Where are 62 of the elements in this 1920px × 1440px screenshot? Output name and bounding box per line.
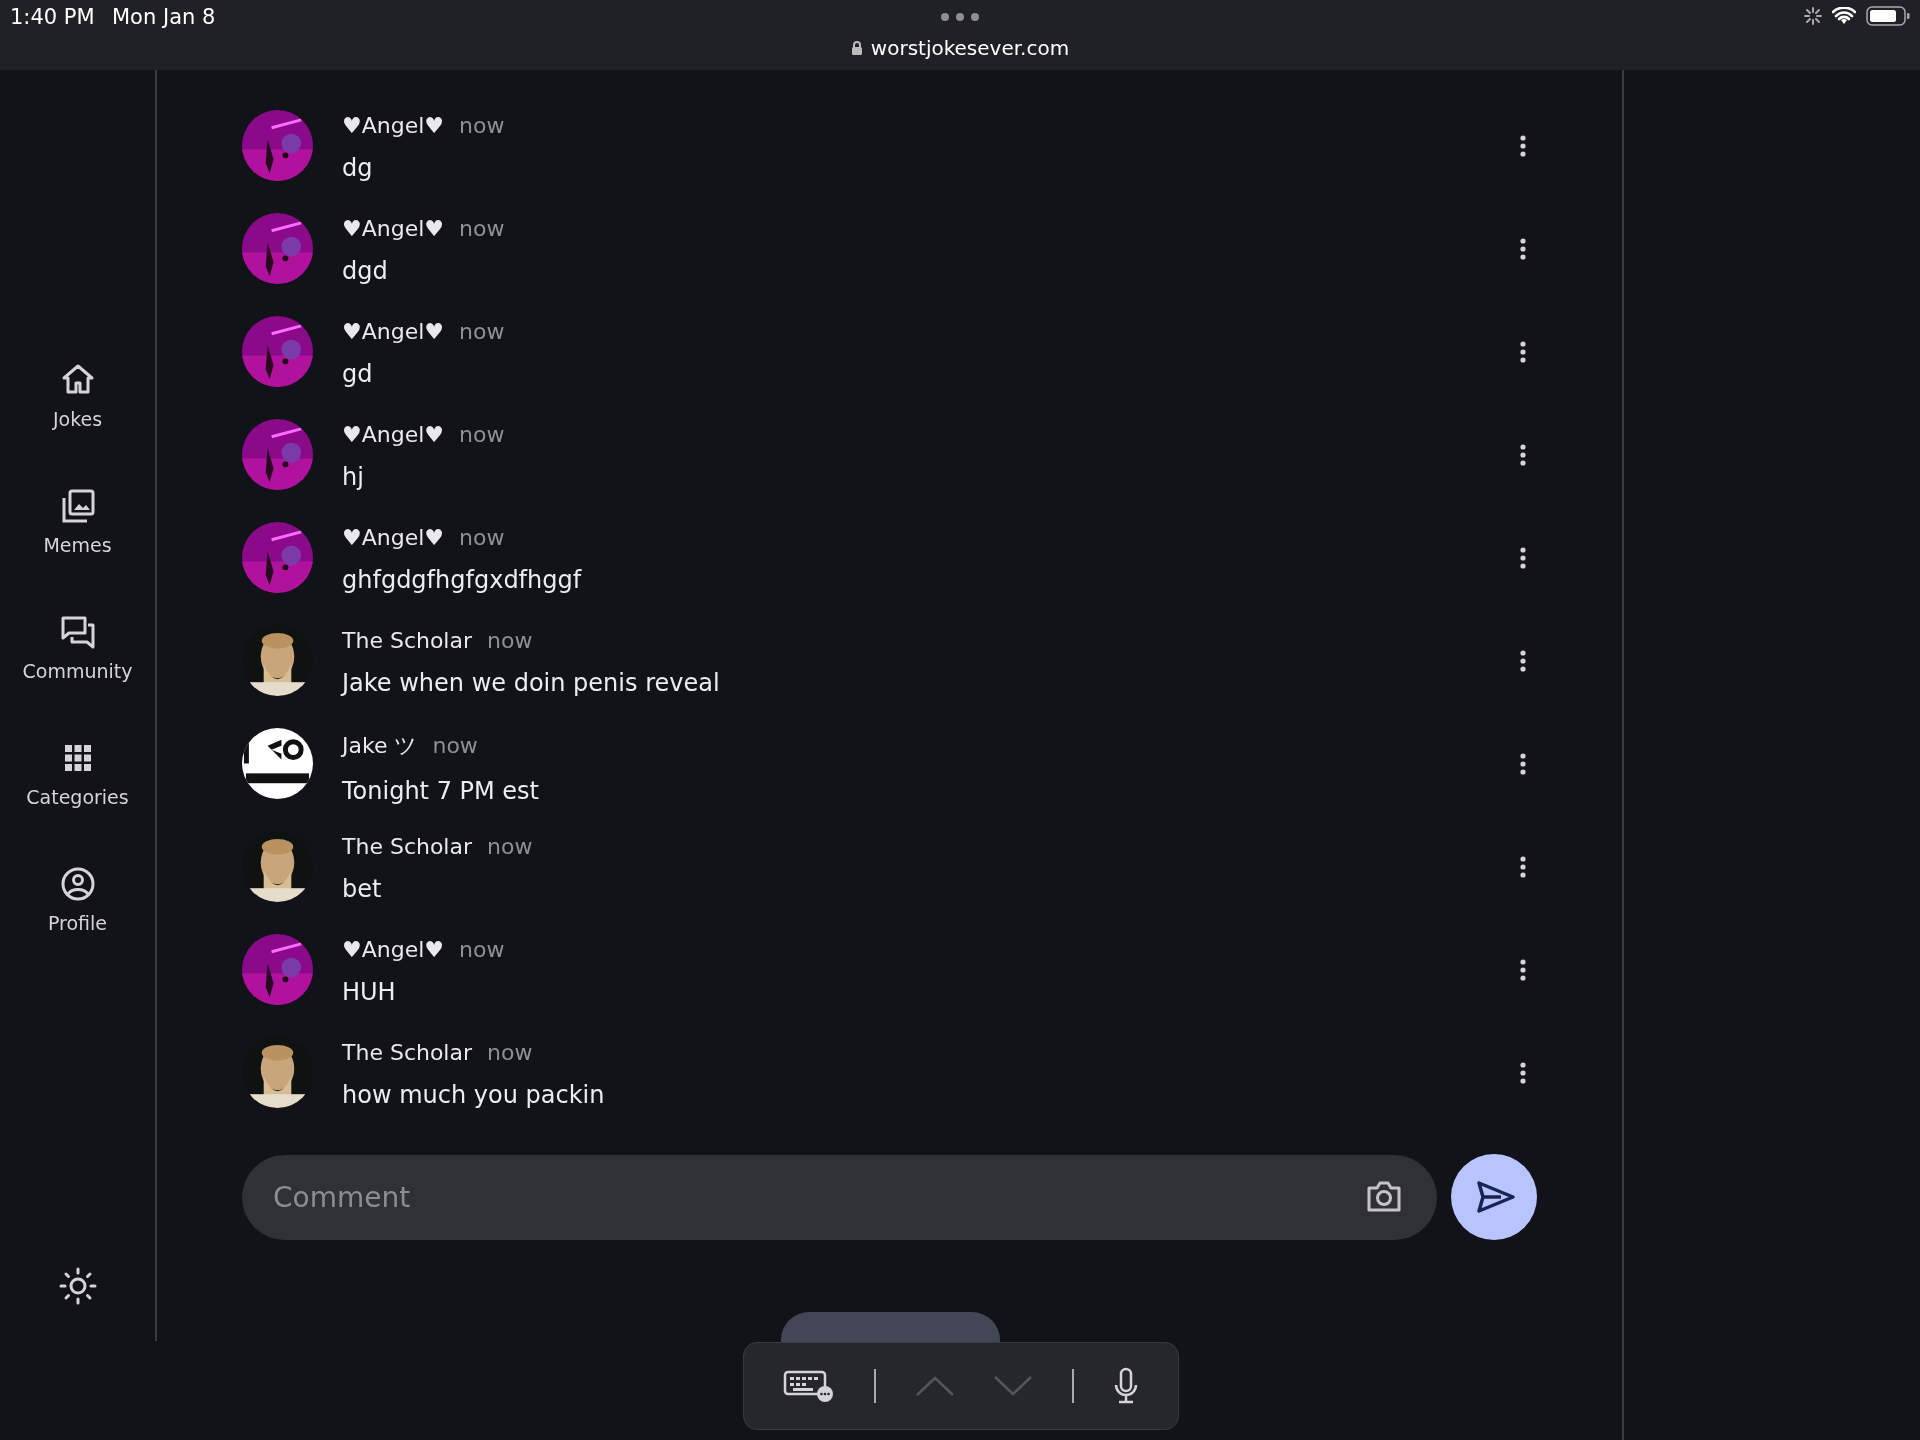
- comment-bar[interactable]: Comment: [242, 1154, 1437, 1240]
- comment-text: how much you packin: [342, 1081, 606, 1109]
- comment-text: gd: [342, 360, 374, 388]
- more-icon[interactable]: [940, 12, 980, 22]
- comment-time: now: [459, 113, 505, 138]
- more-options-icon[interactable]: [1519, 134, 1527, 158]
- spinner-icon: [1804, 7, 1822, 25]
- profile-icon: [59, 866, 96, 902]
- more-options-icon[interactable]: [1519, 958, 1527, 982]
- more-options-icon[interactable]: [1519, 237, 1527, 261]
- comment-author[interactable]: ♥Angel♥: [342, 216, 445, 241]
- comment-text: ghfgdgfhgfgxdfhggf: [342, 566, 583, 594]
- keyboard-icon[interactable]: [783, 1370, 836, 1402]
- comment-text: HUH: [342, 978, 397, 1006]
- comment-author[interactable]: The Scholar: [342, 628, 472, 653]
- comment-time: now: [487, 1040, 533, 1065]
- battery-icon: [1866, 6, 1910, 26]
- comment-author[interactable]: The Scholar: [342, 834, 472, 859]
- wifi-icon: [1832, 7, 1856, 25]
- status-time: 1:40 PM: [10, 5, 95, 29]
- more-options-icon[interactable]: [1519, 1061, 1527, 1085]
- more-options-icon[interactable]: [1519, 752, 1527, 776]
- comment-field[interactable]: Comment: [271, 1179, 1365, 1215]
- send-icon: [1476, 1180, 1516, 1214]
- comment-time: now: [459, 525, 505, 550]
- comment-time: now: [432, 733, 478, 758]
- comment-time: now: [459, 319, 505, 344]
- nav-item[interactable]: Community: [7, 614, 148, 682]
- more-options-icon[interactable]: [1519, 649, 1527, 673]
- nav-item[interactable]: Profile: [7, 866, 148, 934]
- more-options-icon[interactable]: [1519, 855, 1527, 879]
- more-options-icon[interactable]: [1519, 340, 1527, 364]
- comment-text: bet: [342, 875, 383, 903]
- comment-time: now: [459, 216, 505, 241]
- comment-author[interactable]: The Scholar: [342, 1040, 472, 1065]
- comment-author[interactable]: ♥Angel♥: [342, 422, 445, 447]
- more-options-icon[interactable]: [1519, 546, 1527, 570]
- theme-toggle-icon[interactable]: [58, 1267, 97, 1305]
- comment-text: hj: [342, 463, 365, 491]
- comment-time: now: [487, 628, 533, 653]
- comment-text: dgd: [342, 257, 389, 285]
- comment-author[interactable]: Jake ツ: [342, 731, 418, 761]
- comment-author[interactable]: ♥Angel♥: [342, 525, 445, 550]
- status-date: Mon Jan 8: [112, 5, 216, 29]
- camera-icon[interactable]: [1365, 1180, 1403, 1214]
- comment-time: now: [459, 422, 505, 447]
- nav-item[interactable]: Jokes: [7, 362, 148, 430]
- comment-author[interactable]: ♥Angel♥: [342, 937, 445, 962]
- lock-icon: [850, 40, 863, 56]
- url-text[interactable]: worstjokesever.com: [870, 36, 1070, 60]
- comment-time: now: [459, 937, 505, 962]
- comment-text: dg: [342, 154, 374, 182]
- comment-text: Jake when we doin penis reveal: [342, 669, 721, 697]
- microphone-icon[interactable]: [1112, 1367, 1139, 1405]
- comment-author[interactable]: ♥Angel♥: [342, 113, 445, 138]
- nav-item[interactable]: Memes: [7, 488, 148, 556]
- comment-time: now: [487, 834, 533, 859]
- nav-item[interactable]: Categories: [7, 740, 148, 808]
- comment-author[interactable]: ♥Angel♥: [342, 319, 445, 344]
- more-options-icon[interactable]: [1519, 443, 1527, 467]
- chat-icon: [59, 614, 96, 650]
- comment-text: Tonight 7 PM est: [342, 777, 540, 805]
